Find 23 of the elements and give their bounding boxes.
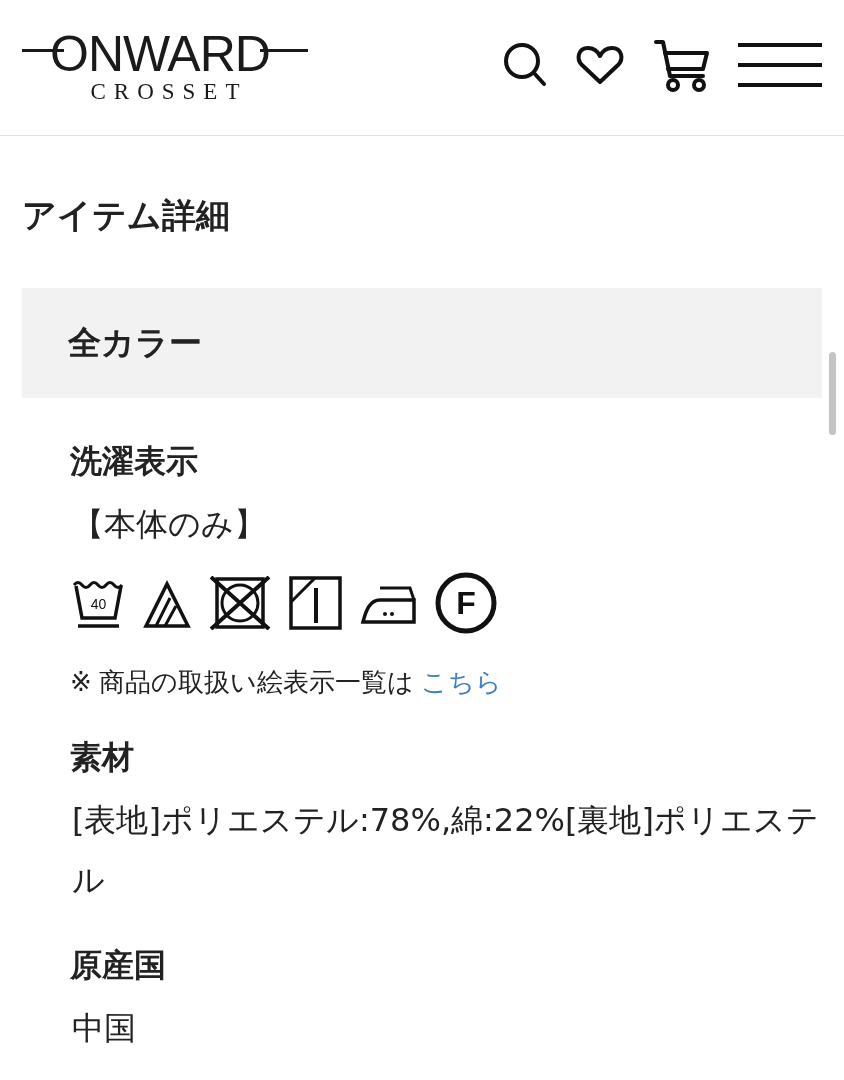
color-panel-label: 全カラー (68, 323, 202, 363)
menu-button[interactable] (738, 41, 822, 88)
page-title: アイテム詳細 (22, 195, 231, 236)
detail-heading: 素材 (70, 738, 135, 777)
detail-value: 中国 (72, 1008, 137, 1049)
heart-icon (574, 43, 626, 86)
detail-value: [表地]ポリエステル:78%,綿:22%[裏地]ポリエステル (72, 800, 820, 901)
care-note: 【本体のみ】 (72, 504, 267, 545)
detail-heading: 原産国 (70, 946, 167, 985)
crossed-square-circle-icon (209, 576, 271, 630)
cart-button[interactable] (653, 37, 711, 92)
cart-icon (653, 37, 711, 92)
favorites-button[interactable] (574, 43, 626, 86)
square-lines-icon (289, 576, 342, 630)
care-guide-note: ※ 商品の取扱い絵表示一覧は こちら (70, 666, 504, 699)
circled-letter-icon: F (435, 572, 497, 634)
brand-logo[interactable]: ONWARD CROSSET (22, 29, 308, 104)
menu-icon (738, 41, 822, 88)
scrollbar[interactable] (829, 352, 836, 435)
care-guide-link[interactable]: こちら (421, 667, 503, 697)
search-icon (503, 41, 547, 88)
detail-heading: 洗濯表示 (70, 442, 199, 481)
search-button[interactable] (503, 41, 547, 88)
